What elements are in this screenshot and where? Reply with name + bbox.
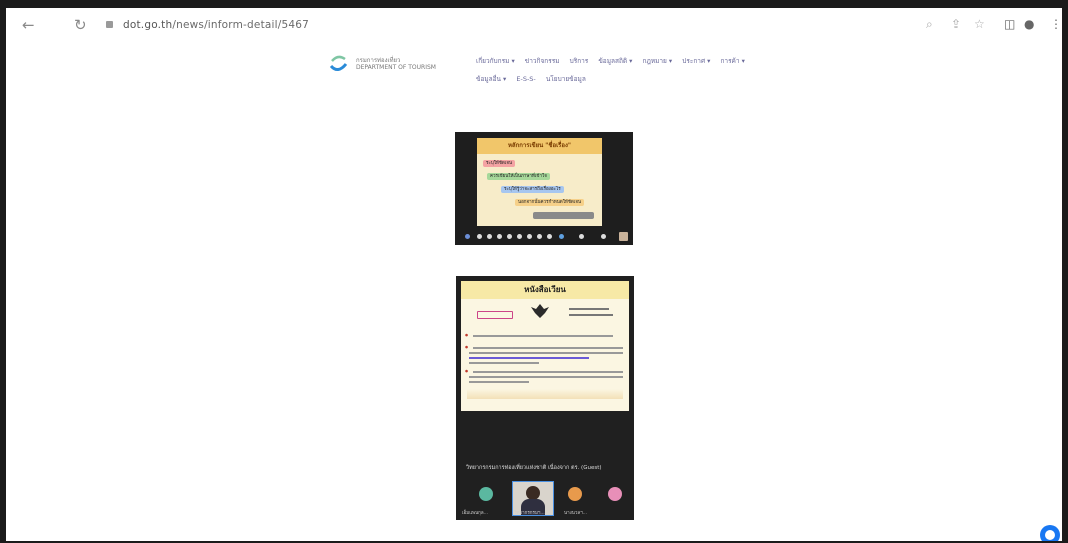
profile-icon[interactable]: ● (1024, 17, 1034, 31)
text-line (469, 352, 623, 354)
reload-icon[interactable]: ↻ (74, 16, 87, 34)
text-line (473, 371, 623, 373)
participant-dot (579, 234, 584, 239)
back-icon[interactable]: ← (22, 16, 35, 34)
participant-dot (559, 234, 564, 239)
participant-dot (487, 234, 492, 239)
meeting-screenshot-2[interactable]: หนังสือเวียน วิทยากรกรมการท่องเที่ยวแห่ง… (456, 276, 634, 520)
main-menu-row2: ข้อมูลอื่น ▾ E-S-S- นโยบายข้อมูล (476, 74, 594, 84)
participant-dot (465, 234, 470, 239)
person-head (526, 486, 540, 500)
text-line (473, 335, 613, 337)
participant-dot (517, 234, 522, 239)
menu-kebab-icon[interactable]: ⋮ (1050, 17, 1062, 31)
browser-window: ← ↻ dot.go.th/news/inform-detail/5467 ⌕ … (6, 8, 1062, 541)
slide-1: หลักการเขียน "ชื่อเรื่อง" ระบุให้ชัดเจน … (477, 138, 602, 226)
menu-item[interactable]: ข่าวกิจกรรม (525, 57, 560, 65)
bookmark-star-icon[interactable]: ☆ (974, 17, 985, 31)
participant-dot (537, 234, 542, 239)
participant-video (619, 232, 628, 241)
text-line (469, 362, 539, 364)
slide-2: หนังสือเวียน (461, 281, 629, 411)
participant-label: นางนวลฯ... (564, 511, 587, 516)
site-info-icon[interactable] (106, 21, 113, 28)
menu-item[interactable]: บริการ (570, 57, 589, 65)
slide-pill: ควรเขียนให้เป็นภาษาที่เข้าใจ (487, 173, 550, 180)
site-logo-icon[interactable] (327, 52, 349, 74)
side-panel-icon[interactable]: ◫ (1004, 17, 1015, 31)
menu-item[interactable]: ข้อมูลสถิติ ▾ (598, 57, 632, 65)
participant-label: วิทยากรกรมฯ... (514, 511, 545, 516)
menu-item[interactable]: เกี่ยวกับกรม ▾ (476, 57, 515, 65)
slide-footer (467, 389, 623, 399)
participant-dot (507, 234, 512, 239)
menu-item[interactable]: ประกาศ ▾ (682, 57, 710, 65)
logo-line2: DEPARTMENT OF TOURISM (356, 64, 436, 71)
browser-toolbar: ← ↻ dot.go.th/news/inform-detail/5467 ⌕ … (6, 8, 1062, 42)
participant-label: เอ็มแพนกุล... (462, 511, 488, 516)
participant-dot (497, 234, 502, 239)
participant-dot (527, 234, 532, 239)
address-line (569, 314, 613, 316)
text-line-highlight (469, 357, 589, 359)
menu-item[interactable]: E-S-S- (516, 75, 535, 83)
participant-strip (455, 232, 633, 241)
text-line (469, 381, 529, 383)
address-bar[interactable]: dot.go.th/news/inform-detail/5467 (123, 19, 309, 31)
slide-2-title: หนังสือเวียน (461, 281, 629, 299)
slide-pill: ระบุให้รู้ว่าจะสารถึงเรื่องอะไร (501, 186, 564, 193)
participant-avatar (479, 487, 493, 501)
address-line (569, 308, 609, 310)
participant-avatar (568, 487, 582, 501)
text-line (473, 347, 623, 349)
slide-pill: ระบุให้ชัดเจน (483, 160, 516, 167)
participant-avatar (608, 487, 622, 501)
url-domain: dot.go.th (123, 19, 173, 31)
menu-item[interactable]: การค้า ▾ (720, 57, 744, 65)
messenger-chat-icon[interactable] (1040, 525, 1060, 541)
zoom-icon[interactable]: ⌕ (926, 17, 933, 32)
garuda-emblem-icon (531, 304, 549, 318)
url-path: /news/inform-detail/5467 (172, 19, 310, 31)
menu-item[interactable]: ข้อมูลอื่น ▾ (476, 75, 506, 83)
slide-toolbar (533, 212, 594, 219)
ref-box (477, 311, 513, 319)
participant-dot (547, 234, 552, 239)
share-icon[interactable]: ⇪ (951, 17, 961, 31)
main-menu-row1: เกี่ยวกับกรม ▾ ข่าวกิจกรรม บริการ ข้อมูล… (476, 56, 753, 66)
active-speaker-name: วิทยากรกรมการท่องเที่ยวแห่งชาติ เนื่องจา… (466, 465, 602, 471)
slide-pill: นอกจากนั้นควรกำหนดให้ชัดเจน (515, 199, 585, 206)
slide-1-title: หลักการเขียน "ชื่อเรื่อง" (477, 138, 602, 154)
logo-line1: กรมการท่องเที่ยว (356, 57, 401, 64)
meeting-screenshot-1[interactable]: หลักการเขียน "ชื่อเรื่อง" ระบุให้ชัดเจน … (455, 132, 633, 245)
text-line (469, 376, 623, 378)
site-logo-text: กรมการท่องเที่ยว DEPARTMENT OF TOURISM (356, 57, 436, 71)
participant-dot (477, 234, 482, 239)
participant-dot (601, 234, 606, 239)
menu-item[interactable]: กฎหมาย ▾ (643, 57, 673, 65)
menu-item[interactable]: นโยบายข้อมูล (546, 75, 586, 83)
